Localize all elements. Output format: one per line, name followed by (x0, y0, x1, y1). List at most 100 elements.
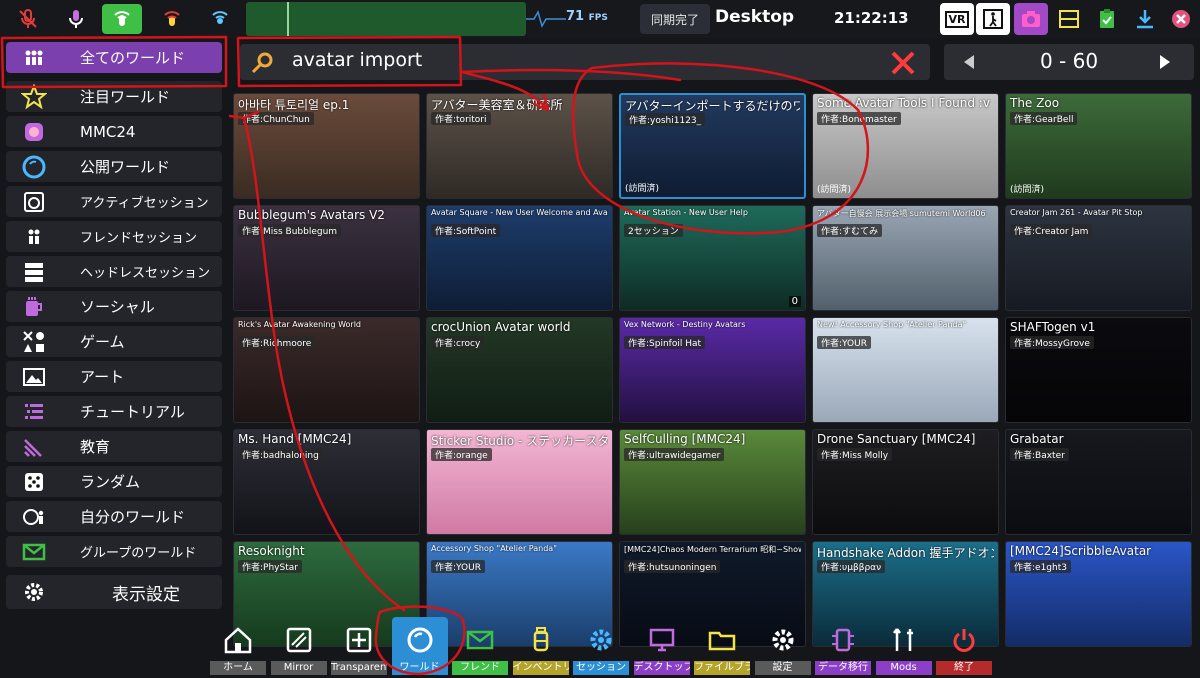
sidebar-item-headless-sessions[interactable]: ヘッドレスセッション (6, 256, 222, 287)
world-title: Avatar Station - New User Help (624, 208, 748, 217)
pager: 0 - 60 (944, 44, 1194, 80)
item-shelf-icon[interactable] (1052, 3, 1086, 35)
sidebar-item-my-worlds[interactable]: 自分のワールド (6, 501, 222, 532)
dock-button[interactable]: フレンド (452, 617, 508, 675)
sidebar-item-label: 表示設定 (112, 584, 180, 605)
world-card[interactable]: New! Accessory Shop "Atelier Panda" 作者:YO… (812, 317, 999, 423)
world-card[interactable]: アバター自慢会 展示会場 sumutemi World06 作者:すむてみ (812, 205, 999, 311)
world-author: 作者:e1ght3 (1010, 560, 1071, 573)
world-card[interactable]: Avatar Station - New User Help 2セッション 0 (619, 205, 806, 311)
mic-broadcast-icon[interactable] (152, 4, 192, 34)
world-card[interactable]: crocUnion Avatar world 作者:crocy (426, 317, 613, 423)
search-input[interactable]: avatar import (292, 49, 422, 71)
sidebar-item-featured[interactable]: 注目ワールド (6, 81, 222, 112)
fps-readout: 71 FPS (566, 9, 608, 24)
star-icon (6, 81, 62, 112)
mic-global-icon[interactable] (200, 4, 240, 34)
world-author: 作者:GearBell (1010, 112, 1078, 125)
dock-button[interactable]: ワールド (391, 617, 448, 675)
sidebar-item-group-worlds[interactable]: グループのワールド (6, 536, 222, 567)
dock-button[interactable]: 設定 (754, 617, 811, 675)
dock-button[interactable]: ファイルブラウザ (694, 617, 750, 675)
world-card[interactable]: アバター美容室＆研究所 作者:toritori (426, 93, 613, 199)
sidebar-item-display-settings[interactable]: 表示設定 (6, 575, 222, 609)
sidebar-item-mmc24[interactable]: MMC24 (6, 116, 222, 147)
dock-button[interactable]: Mirror (270, 617, 327, 675)
prev-page-button[interactable] (960, 53, 978, 71)
shapes-icon (6, 326, 62, 357)
clipboard-check-icon[interactable] (1090, 3, 1124, 35)
world-title: Handshake Addon 握手アドオン (817, 546, 994, 560)
sidebar-item-active-sessions[interactable]: アクティブセッション (6, 186, 222, 217)
dock-button-label: 終了 (936, 661, 992, 675)
world-card[interactable]: Bubblegum's Avatars V2 作者:Miss Bubblegum (233, 205, 420, 311)
dock-button[interactable]: データ移行 (815, 617, 871, 675)
camera-icon[interactable] (1014, 3, 1048, 35)
picture-icon (6, 361, 62, 392)
search-bar[interactable]: avatar import (240, 44, 930, 80)
dock-button[interactable]: インベントリ (512, 617, 569, 675)
sidebar-item-tutorial[interactable]: チュートリアル (6, 396, 222, 427)
download-icon[interactable] (1128, 3, 1162, 35)
dock-button[interactable]: セッション (573, 617, 629, 675)
vr-toggle-button[interactable]: VR (940, 3, 974, 35)
world-card[interactable]: Creator Jam 261 - Avatar Pit Stop 作者:Crea… (1005, 205, 1192, 311)
mail-icon (6, 536, 62, 567)
world-card[interactable]: SelfCulling [MMC24] 作者:ultrawidegamer (619, 429, 806, 535)
category-sidebar: 全てのワールド 注目ワールド MMC24 公開ワールド アクティブセッション フ… (6, 42, 224, 610)
sidebar-item-label: MMC24 (80, 122, 136, 141)
world-author: 作者:Miss Bubblegum (238, 224, 342, 237)
next-page-button[interactable] (1156, 53, 1174, 71)
sidebar-item-all-worlds[interactable]: 全てのワールド (6, 42, 222, 73)
people-pair-icon (6, 221, 62, 252)
sidebar-item-friend-sessions[interactable]: フレンドセッション (6, 221, 222, 252)
world-card[interactable]: アバターインポートするだけのワールド作者:yoshi1123_ (訪問済) (619, 93, 806, 199)
sidebar-item-art[interactable]: アート (6, 361, 222, 392)
world-author: 作者:Creator Jam (1010, 224, 1093, 237)
folder-icon (703, 621, 741, 659)
disconnect-icon[interactable] (1164, 3, 1198, 35)
world-grid: 아바타 튜토리얼 ep.1 作者:ChunChun アバター美容室＆研究所 作者:to… (233, 93, 1200, 647)
world-card[interactable]: Sticker Studio - ステッカースタジオ作者:orange (426, 429, 613, 535)
dock-button[interactable]: Transparent (331, 617, 387, 675)
dock-button[interactable]: 終了 (936, 617, 992, 675)
mic-open-icon[interactable] (102, 4, 142, 34)
dock-button[interactable]: デスクトップ (633, 617, 690, 675)
world-card[interactable]: 아바타 튜토리얼 ep.1 作者:ChunChun (233, 93, 420, 199)
sidebar-item-games[interactable]: ゲーム (6, 326, 222, 357)
dock-button-label: フレンド (452, 661, 508, 675)
sidebar-item-label: グループのワールド (80, 546, 197, 561)
sidebar-item-label: 全てのワールド (80, 49, 186, 67)
dock-button[interactable]: ホーム (210, 617, 266, 675)
sync-status-button[interactable]: 同期完了 (640, 4, 710, 34)
world-author: 2セッション (624, 224, 683, 237)
sidebar-item-public[interactable]: 公開ワールド (6, 151, 222, 182)
sidebar-item-label: チュートリアル (80, 403, 185, 421)
sidebar-item-random[interactable]: ランダム (6, 466, 222, 497)
mic-push-icon[interactable] (56, 4, 96, 34)
world-title: Some Avatar Tools I Found :v (817, 96, 990, 110)
search-icon (251, 52, 273, 74)
settings-gear-icon (764, 621, 802, 659)
world-card[interactable]: Some Avatar Tools I Found :v 作者:Bonemaste… (812, 93, 999, 199)
world-card[interactable]: Avatar Square - New User Welcome and Ava… (426, 205, 613, 311)
world-card[interactable]: Drone Sanctuary [MMC24] 作者:Miss Molly (812, 429, 999, 535)
world-card[interactable]: Grabatar 作者:Baxter (1005, 429, 1192, 535)
world-card[interactable]: The Zoo 作者:GearBell (訪問済) (1005, 93, 1192, 199)
dock-button[interactable]: Mods (875, 617, 932, 675)
world-card[interactable]: Vex Network - Destiny Avatars 作者:Spinfoil… (619, 317, 806, 423)
mic-off-icon[interactable] (8, 4, 48, 34)
world-card[interactable]: SHAFTogen v1 作者:MossyGrove (1005, 317, 1192, 423)
page-range: 0 - 60 (1039, 49, 1099, 73)
dock-button-label: ホーム (210, 661, 266, 675)
world-author: 作者:Miss Molly (817, 448, 893, 461)
sidebar-item-education[interactable]: 教育 (6, 431, 222, 462)
sidebar-item-label: ヘッドレスセッション (80, 266, 211, 281)
world-author: 作者:crocy (431, 336, 485, 349)
inventory-icon (522, 621, 560, 659)
clear-search-button[interactable] (888, 48, 918, 78)
sidebar-item-social[interactable]: ソーシャル (6, 291, 222, 322)
walk-mode-icon[interactable] (976, 3, 1010, 35)
world-card[interactable]: Rick's Avatar Awakening World 作者:Richmoor… (233, 317, 420, 423)
world-card[interactable]: Ms. Hand [MMC24] 作者:badhaloning (233, 429, 420, 535)
